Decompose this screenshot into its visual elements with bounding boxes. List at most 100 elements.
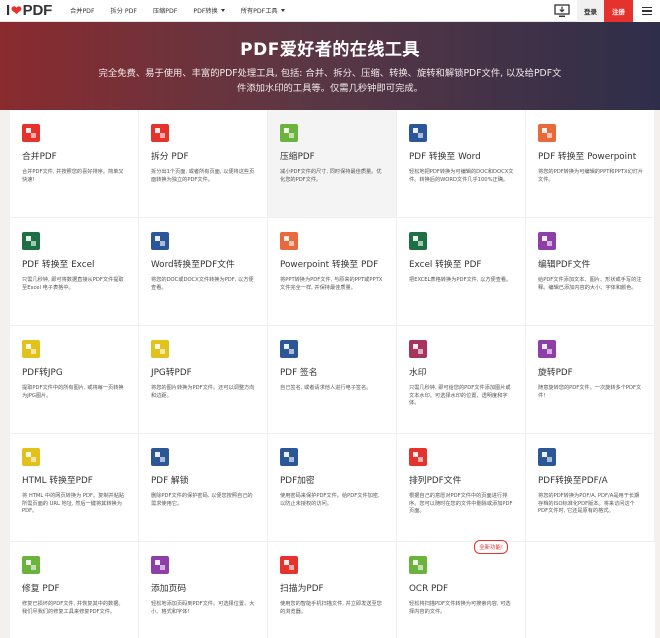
desktop-download-icon[interactable] — [551, 0, 573, 22]
tool-description: 修复已损坏的PDF文件, 并恢复其中的数据。我们尽我们的修复工具来修复PDF文件… — [22, 601, 124, 615]
tool-description: 随意旋转您的PDF文件。一次旋转多个PDF文件! — [538, 385, 642, 399]
tool-title: PDF 转换至 Excel — [22, 260, 95, 270]
tool-description: 将您的图片转换为PDF文件。还可以调整方向和边距。 — [151, 385, 255, 399]
pdfa-icon — [538, 448, 556, 466]
tool-description: 将您的PDF转换为可编辑的PPT和PPTX幻灯片文件。 — [538, 169, 644, 183]
tool-card[interactable]: Powerpoint 转换至 PDF 将PPT转换为PDF文件, 与原来的PPT或… — [268, 218, 397, 326]
watermark-icon — [409, 340, 427, 358]
nav-convert-pdf-dropdown[interactable]: PDF转换 — [193, 6, 225, 15]
merge-icon — [22, 124, 40, 142]
tool-title: Powerpoint 转换至 PDF — [280, 260, 379, 270]
tool-description: 合并PDF文件, 并按照您的喜好排序。简单又快速! — [22, 169, 124, 183]
page-numbers-icon — [151, 556, 169, 574]
logo-i: I — [6, 2, 10, 19]
main-nav: 合并PDF 拆分 PDF 压缩PDF PDF转换 所有PDF工具 — [70, 0, 301, 22]
ocr-icon — [409, 556, 427, 574]
tool-card[interactable]: PDF 转换至 Word 轻松地把PDF转换为可编辑的DOC和DOCX文件。转换后… — [397, 110, 526, 218]
pdf-to-jpg-icon — [22, 340, 40, 358]
hamburger-menu-icon[interactable] — [633, 0, 660, 22]
tool-description: 根据自己的意愿对PDF文件中的页面进行排序。您可以随时在您的文件中删除或添加PD… — [409, 493, 513, 515]
tool-card[interactable]: 水印只需几秒钟, 即可给您的PDF文件添加图片或文本水印。可选择水印的位置、透明… — [397, 326, 526, 434]
tool-card[interactable]: 拆分 PDF 拆分出1个页面, 或者所有页面, 以便将这些页面转换为独立的PDF文… — [139, 110, 268, 218]
word-icon — [409, 124, 427, 142]
tool-description: 自己签名, 或者请求他人进行电子签名。 — [280, 385, 372, 391]
protect-icon — [280, 448, 298, 466]
nav-label: PDF转换 — [193, 8, 218, 15]
tool-card[interactable]: PDF加密 使用密码来保护PDF文件。给PDF文件加密, 以防止未授权的访问。 — [268, 434, 397, 542]
header-actions: 登录 注册 — [551, 0, 660, 22]
tool-description: 拆分出1个页面, 或者所有页面, 以便将这些页面转换为独立的PDF文件。 — [151, 169, 255, 183]
tool-title: 修复 PDF — [22, 584, 60, 594]
tool-card[interactable]: 扫描为PDF 使用您的智能手机扫描文件, 并立即发送至您的浏览器。 — [268, 542, 397, 638]
excel-icon — [22, 232, 40, 250]
tool-title: HTML 转换至PDF — [22, 476, 93, 486]
excel-to-pdf-icon — [409, 232, 427, 250]
nav-merge-pdf[interactable]: 合并PDF — [70, 6, 94, 15]
tool-description: 将 HTML 中的网页转换为 PDF。复制并粘贴所需页面的 URL 地址, 然后… — [22, 493, 125, 515]
tool-card[interactable]: PDF转换至PDF/A 将您的PDF转换为PDF/A, PDF/A是用于长期存档的… — [526, 434, 655, 542]
tool-card[interactable]: Excel 转换至 PDF 把EXCEL表格转换为PDF文件, 以方便查看。 — [397, 218, 526, 326]
split-icon — [151, 124, 169, 142]
tool-card[interactable]: Word转换至PDF文件将您的DOC或DOCX文件转换为PDF, 以方便查看。 — [139, 218, 268, 326]
tool-title: 添加页码 — [151, 584, 187, 594]
tool-title: Excel 转换至 PDF — [409, 260, 482, 270]
new-feature-badge: 全新功能! — [474, 540, 508, 554]
tool-card[interactable]: 压缩PDF 减小PDF文件的尺寸, 同时保持最佳质量。优化您的PDF文件。 — [268, 110, 397, 218]
tool-card[interactable]: JPG转PDF 将您的图片转换为PDF文件。还可以调整方向和边距。 — [139, 326, 268, 434]
powerpoint-to-pdf-icon — [280, 232, 298, 250]
nav-label: 合并PDF — [70, 8, 95, 15]
word-to-pdf-icon — [151, 232, 169, 250]
tool-description: 将PPT转换为PDF文件, 与原来的PPT或PPTX文件完全一样, 并保持最佳质… — [280, 277, 383, 291]
tool-card[interactable]: 添加页码轻松地添加页码到PDF文件。可选择位置、大小、格式和字体! — [139, 542, 268, 638]
nav-compress-pdf[interactable]: 压缩PDF — [153, 6, 177, 15]
tool-title: 拆分 PDF — [151, 152, 189, 162]
organize-icon — [409, 448, 427, 466]
tool-card[interactable]: PDF转JPG 提取PDF文件中的所有图片, 或将每一页转换为JPG图片。 — [10, 326, 139, 434]
nav-split-pdf[interactable]: 拆分 PDF — [111, 6, 137, 15]
tool-card[interactable]: 修复 PDF 修复已损坏的PDF文件, 并恢复其中的数据。我们尽我们的修复工具来修… — [10, 542, 139, 638]
tool-title: PDF加密 — [280, 476, 315, 486]
tool-card[interactable]: 旋转PDF 随意旋转您的PDF文件。一次旋转多个PDF文件! — [526, 326, 655, 434]
tool-description: 将您的PDF转换为PDF/A, PDF/A是用于长期存档的ISO标准化PDF版本… — [538, 493, 640, 515]
jpg-to-pdf-icon — [151, 340, 169, 358]
tool-description: 只需几秒钟, 即可给您的PDF文件添加图片或文本水印。可选择水印的位置、透明度和… — [409, 385, 511, 407]
tool-description: 将您的DOC或DOCX文件转换为PDF, 以方便查看。 — [151, 277, 254, 291]
tool-card[interactable]: 合并PDF 合并PDF文件, 并按照您的喜好排序。简单又快速! — [10, 110, 139, 218]
scan-icon — [280, 556, 298, 574]
tool-title: 排列PDF文件 — [409, 476, 462, 486]
tool-title: Word转换至PDF文件 — [151, 260, 235, 270]
hero-banner: PDF爱好者的在线工具 完全免费、易于使用、丰富的PDF处理工具, 包括: 合并… — [0, 22, 660, 110]
login-button[interactable]: 登录 — [577, 0, 604, 22]
tool-card[interactable]: PDF 签名 自己签名, 或者请求他人进行电子签名。 — [268, 326, 397, 434]
tool-description: 轻松地把PDF转换为可编辑的DOC和DOCX文件。转换后的WORD文件几乎100… — [409, 169, 514, 183]
tool-card[interactable]: PDF 解锁 删除PDF文件的保护密码, 以便您按照自己的需求使用它。 — [139, 434, 268, 542]
tool-card[interactable]: HTML 转换至PDF 将 HTML 中的网页转换为 PDF。复制并粘贴所需页面的… — [10, 434, 139, 542]
tool-title: 扫描为PDF — [280, 584, 324, 594]
tool-title: OCR PDF — [409, 584, 449, 594]
signup-button[interactable]: 注册 — [604, 0, 633, 22]
tool-card[interactable]: PDF 转换至 Excel 只需几秒钟, 即可将数据直接从PDF文件提取至Exce… — [10, 218, 139, 326]
html-icon — [22, 448, 40, 466]
nav-label: 所有PDF工具 — [240, 8, 278, 15]
tool-description: 轻松地添加页码到PDF文件。可选择位置、大小、格式和字体! — [151, 601, 255, 615]
top-navigation-bar: I ❤ PDF 合并PDF 拆分 PDF 压缩PDF PDF转换 所有PDF工具… — [0, 0, 660, 22]
tool-title: PDF转换至PDF/A — [538, 476, 608, 486]
tool-description: 轻松将扫描PDF文件转换为可搜索内容, 可选择内容的文件。 — [409, 601, 511, 615]
tool-description: 减小PDF文件的尺寸, 同时保持最佳质量。优化您的PDF文件。 — [280, 169, 382, 183]
edit-icon — [538, 232, 556, 250]
unlock-icon — [151, 448, 169, 466]
tool-card[interactable]: 排列PDF文件根据自己的意愿对PDF文件中的页面进行排序。您可以随时在您的文件中… — [397, 434, 526, 542]
caret-down-icon — [220, 9, 225, 12]
nav-label: 拆分 PDF — [110, 8, 137, 15]
nav-all-tools-dropdown[interactable]: 所有PDF工具 — [241, 6, 285, 15]
tool-card[interactable]: PDF 转换至 Powerpoint 将您的PDF转换为可编辑的PPT和PPTX幻… — [526, 110, 655, 218]
tool-description: 给PDF文件添加文本、图片、形状或手写的注释。编辑已添加内容的大小、字体和颜色。 — [538, 277, 642, 291]
tool-title: PDF 解锁 — [151, 476, 189, 486]
tool-card[interactable]: 全新功能! OCR PDF 轻松将扫描PDF文件转换为可搜索内容, 可选择内容的文件… — [397, 540, 526, 638]
tool-title: PDF 转换至 Word — [409, 152, 481, 162]
tool-title: 水印 — [409, 368, 427, 378]
ilovepdf-logo[interactable]: I ❤ PDF — [6, 0, 52, 22]
powerpoint-icon — [538, 124, 556, 142]
compress-icon — [280, 124, 298, 142]
tool-card[interactable]: 编辑PDF文件 给PDF文件添加文本、图片、形状或手写的注释。编辑已添加内容的大小… — [526, 218, 655, 326]
